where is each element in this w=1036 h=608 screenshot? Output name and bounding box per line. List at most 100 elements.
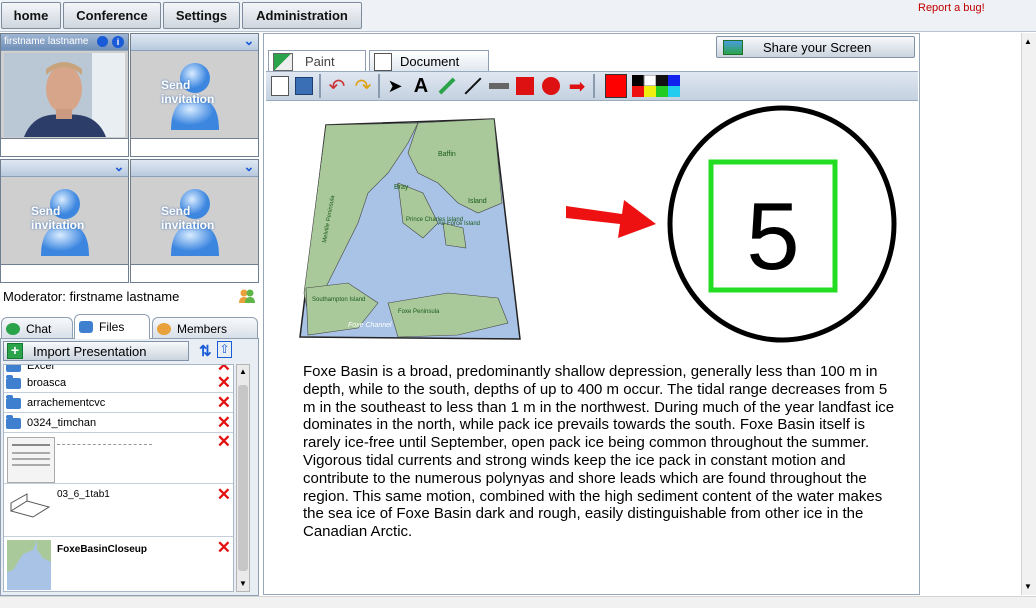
redo-icon[interactable]: ↷	[352, 75, 374, 98]
chat-icon	[6, 322, 20, 335]
folder-icon	[6, 374, 21, 389]
delete-icon[interactable]: ✕	[217, 539, 231, 556]
file-name: arrachementcvc	[27, 397, 106, 409]
share-screen-label: Share your Screen	[763, 39, 872, 55]
color-palette-icon[interactable]	[632, 75, 680, 97]
map-label: Air Force Island	[438, 221, 480, 227]
drawn-number: 5	[746, 183, 799, 290]
list-item[interactable]: arrachementcvc ✕	[4, 394, 233, 413]
paint-icon	[273, 52, 293, 71]
map-label: Foxe Channel	[348, 322, 392, 329]
tab-members[interactable]: Members	[152, 317, 258, 339]
pointer-tool-icon[interactable]: ➤	[384, 75, 406, 97]
current-color-swatch[interactable]	[605, 74, 627, 98]
monitor-icon	[723, 39, 743, 55]
tab-paint-label: Paint	[305, 54, 335, 69]
tab-document[interactable]: Document	[369, 50, 489, 72]
file-name: 03_6_1tab1	[57, 489, 110, 500]
scrollbar-thumb[interactable]	[238, 385, 248, 571]
video-slot-2-status	[130, 138, 259, 157]
video-slot-3-status	[0, 264, 129, 283]
send-invitation-label[interactable]: Send invitation	[161, 204, 241, 232]
webcam-video	[4, 53, 125, 137]
moderator-label: Moderator: firstname lastname	[3, 289, 180, 304]
video-user-name: firstname lastname	[4, 36, 89, 47]
hand-drawn-annotation: 5	[667, 105, 897, 343]
file-name: Excel	[27, 364, 54, 372]
upload-icon[interactable]: ⇧	[217, 341, 232, 358]
video-slot-1-status	[0, 138, 129, 157]
refresh-icon[interactable]: ⇅	[199, 342, 212, 360]
nav-administration-button[interactable]: Administration	[242, 2, 362, 29]
delete-icon[interactable]: ✕	[217, 414, 231, 431]
pen-tool-icon[interactable]	[436, 75, 458, 97]
folder-icon	[6, 414, 21, 429]
tab-members-label: Members	[177, 321, 228, 336]
map-label: Baffin	[438, 151, 456, 158]
nav-settings-button[interactable]: Settings	[163, 2, 240, 29]
map-label: Bray	[394, 184, 409, 191]
video-slot-4-status	[130, 264, 259, 283]
bottom-edge	[0, 596, 1036, 608]
share-screen-button[interactable]: Share your Screen	[716, 36, 915, 58]
members-icon	[157, 322, 171, 335]
map-label: Island	[468, 198, 487, 205]
list-item[interactable]: ✕	[4, 433, 233, 484]
import-presentation-button[interactable]: + Import Presentation	[3, 341, 189, 361]
tab-files[interactable]: Files	[74, 314, 150, 339]
arrow-tool-icon[interactable]: ➡	[566, 75, 588, 98]
red-arrow-annotation	[566, 200, 656, 238]
chevron-down-icon[interactable]: ⌄	[112, 160, 126, 174]
add-icon: +	[7, 343, 23, 359]
line-tool-icon[interactable]	[462, 75, 484, 97]
report-bug-link[interactable]: Report a bug!	[918, 2, 985, 14]
file-name: broasca	[27, 377, 67, 389]
foxe-basin-map: Baffin Island Bray Prince Charles Island…	[298, 113, 522, 343]
document-thumbnail	[7, 540, 51, 590]
text-tool-icon[interactable]: A	[410, 75, 432, 97]
folder-icon	[79, 321, 93, 333]
video-slot-1: firstname lastname i	[0, 33, 129, 139]
tab-paint[interactable]: Paint	[268, 50, 366, 72]
nav-home-button[interactable]: home	[1, 2, 61, 29]
folder-icon	[6, 365, 21, 372]
list-item[interactable]: 03_6_1tab1 ✕	[4, 485, 233, 537]
document-text: Foxe Basin is a broad, predominantly sha…	[303, 363, 895, 541]
page-scrollbar[interactable]: ▲ ▼	[1021, 33, 1036, 595]
new-page-icon[interactable]	[269, 75, 291, 97]
undo-icon[interactable]: ↶	[326, 75, 348, 98]
nav-conference-button[interactable]: Conference	[63, 2, 161, 29]
video-slot-4[interactable]: ⌄ Send invitation	[130, 159, 259, 265]
file-name: 0324_timchan	[27, 417, 97, 429]
video-slot-2[interactable]: ⌄ Send invitation	[130, 33, 259, 139]
folder-icon	[6, 394, 21, 409]
map-label: Southampton Island	[312, 297, 365, 303]
highlighter-tool-icon[interactable]	[488, 75, 510, 97]
file-list-scrollbar[interactable]: ▲ ▼	[236, 364, 250, 592]
delete-icon[interactable]: ✕	[217, 394, 231, 411]
send-invitation-label[interactable]: Send invitation	[31, 204, 111, 232]
list-item[interactable]: FoxeBasinCloseup ✕	[4, 538, 233, 591]
tab-chat[interactable]: Chat	[1, 317, 73, 339]
video-slot-3[interactable]: ⌄ Send invitation	[0, 159, 129, 265]
save-icon[interactable]	[293, 75, 315, 97]
tab-chat-label: Chat	[26, 321, 52, 336]
map-label: Foxe Peninsula	[398, 309, 440, 315]
ellipse-tool-icon[interactable]	[540, 75, 562, 97]
file-name: FoxeBasinCloseup	[57, 544, 148, 555]
send-invitation-label[interactable]: Send invitation	[161, 78, 241, 106]
chevron-down-icon[interactable]: ⌄	[242, 160, 256, 174]
users-group-icon[interactable]	[238, 288, 256, 304]
chevron-down-icon[interactable]: ⌄	[242, 34, 256, 48]
file-list: Excel ✕ broasca ✕ arrachementcvc ✕ 0324_…	[3, 364, 234, 592]
info-icon[interactable]: i	[112, 36, 124, 48]
delete-icon[interactable]: ✕	[217, 374, 231, 391]
mic-toggle-icon[interactable]	[97, 36, 108, 47]
tab-document-label: Document	[400, 54, 460, 69]
delete-icon[interactable]: ✕	[217, 486, 231, 503]
list-item[interactable]: 0324_timchan ✕	[4, 414, 233, 433]
delete-icon[interactable]: ✕	[217, 433, 231, 450]
list-item[interactable]: broasca ✕	[4, 374, 233, 393]
import-presentation-label: Import Presentation	[33, 343, 147, 359]
rectangle-tool-icon[interactable]	[514, 75, 536, 97]
